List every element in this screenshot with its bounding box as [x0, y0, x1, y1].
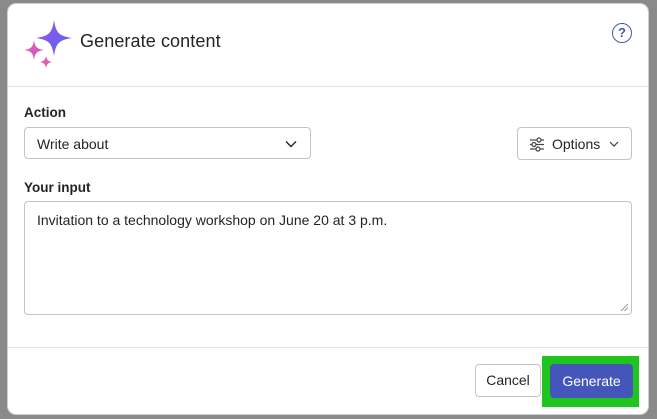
cancel-button[interactable]: Cancel [475, 364, 541, 397]
input-text: Invitation to a technology workshop on J… [37, 212, 388, 228]
chevron-down-icon [285, 141, 297, 148]
footer-divider [8, 347, 648, 348]
input-textarea[interactable]: Invitation to a technology workshop on J… [24, 201, 632, 315]
resize-grip-icon[interactable] [620, 303, 629, 312]
dialog-title: Generate content [80, 31, 221, 51]
sliders-icon [530, 137, 544, 152]
action-dropdown[interactable]: Write about [24, 127, 311, 159]
action-label: Action [24, 105, 66, 120]
generate-button[interactable]: Generate [550, 364, 633, 398]
sparkle-icon [24, 20, 72, 68]
action-selected-value: Write about [37, 136, 109, 152]
options-button-label: Options [552, 136, 601, 152]
generate-content-dialog: Generate content ? Action Write about Op… [8, 4, 648, 414]
options-button[interactable]: Options [517, 127, 632, 160]
chevron-down-icon [609, 141, 619, 147]
dialog-header: Generate content ? [8, 4, 648, 87]
help-icon[interactable]: ? [612, 23, 632, 43]
input-label: Your input [24, 180, 91, 195]
